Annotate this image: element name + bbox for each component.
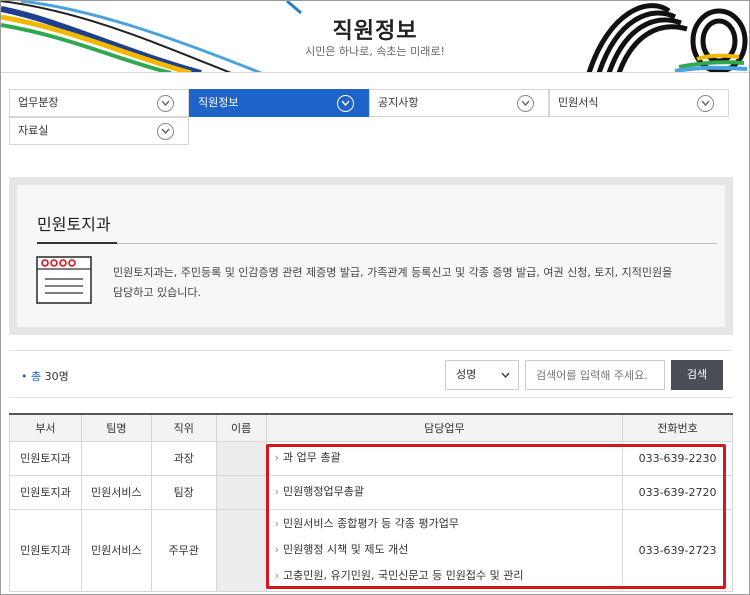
chevron-down-icon [517,95,534,112]
staff-table: 부서 팀명 직위 이름 담당업무 전화번호 민원토지과 과장 › 과 업무 총괄 … [9,413,733,592]
divider [37,243,717,244]
column-header-duties: 담당업무 [265,413,624,442]
department-name: 민원토지과 [37,215,111,234]
cell-name-redacted [215,474,267,510]
cell-position: 주무관 [150,508,217,592]
table-row: 민원토지과 과장 › 과 업무 총괄 033-639-2230 [9,440,733,476]
menu-item-label: 자료실 [18,124,49,137]
duty-text: 민원서비스 종합평가 등 각종 평가업무 [283,517,459,530]
cell-name-redacted [215,440,267,476]
menu-item-label: 업무분장 [18,96,59,109]
cell-phone: 033-639-2720 [622,474,733,510]
menu-item-staff-info[interactable]: 직원정보 [189,89,369,117]
department-description: 민원토지과는, 주민등록 및 인감증명 관련 제증명 발급, 가족관계 등록신고… [113,266,673,299]
column-header-dept: 부서 [9,413,82,442]
duty-item: › 민원서비스 종합평가 등 각종 평가업무 [275,511,622,537]
duty-item: › 고충민원, 유기민원, 국민신문고 등 민원접수 및 관리 [275,563,622,589]
duty-text: 민원행정 시책 및 제도 개선 [283,543,409,556]
cell-phone: 033-639-2230 [622,440,733,476]
department-info-box: 민원토지과 민원토지과는, 주민등록 및 인감증명 관련 제증명 발급, 가족관… [9,177,733,335]
column-header-name: 이름 [215,413,267,442]
cell-dept: 민원토지과 [9,440,82,476]
cell-team: 민원서비스 [80,508,152,592]
cell-duties: › 과 업무 총괄 [265,440,624,476]
duty-text: 민원행정업무총괄 [283,485,364,498]
cell-phone: 033-639-2723 [622,508,733,592]
divider-accent [37,242,117,244]
duty-item: › 민원행정 시책 및 제도 개선 [275,537,622,563]
search-field-select[interactable]: 성명 [445,360,519,390]
menu-item-work-division[interactable]: 업무분장 [9,89,189,117]
bullet-icon: › [274,543,280,556]
menu-item-notices[interactable]: 공지사항 [369,89,549,117]
total-count: • 총 30명 [21,368,69,384]
menu-item-label: 직원정보 [198,96,239,109]
menu-item-archive[interactable]: 자료실 [9,117,189,145]
chevron-down-icon [337,95,354,112]
cell-dept: 민원토지과 [9,508,82,592]
chevron-down-icon [501,372,510,378]
column-header-team: 팀명 [80,413,152,442]
search-bar: • 총 30명 성명 검색 [9,350,733,398]
menu-item-civil-forms[interactable]: 민원서식 [549,89,729,117]
table-header-row: 부서 팀명 직위 이름 담당업무 전화번호 [9,413,733,442]
page-frame: 직원정보 시민은 하나로, 속초는 미래로! 업무분장 직원정보 공지사항 민원… [0,0,750,595]
cell-duties: › 민원서비스 종합평가 등 각종 평가업무 › 민원행정 시책 및 제도 개선 ›… [265,508,624,592]
department-info-inner: 민원토지과 민원토지과는, 주민등록 및 인감증명 관련 제증명 발급, 가족관… [17,185,725,327]
search-select-value: 성명 [456,368,477,381]
document-board-icon [36,256,92,304]
cell-dept: 민원토지과 [9,474,82,510]
cell-duties: › 민원행정업무총괄 [265,474,624,510]
column-header-phone: 전화번호 [622,413,733,442]
total-count-label: • 총 [21,370,42,383]
cell-position: 팀장 [150,474,217,510]
chevron-down-icon [157,95,174,112]
table-row: 민원토지과 민원서비스 팀장 › 민원행정업무총괄 033-639-2720 [9,474,733,510]
bullet-icon: › [274,451,280,464]
duty-text: 과 업무 총괄 [283,451,341,464]
bullet-icon: › [274,569,280,582]
duty-item: › 과 업무 총괄 [275,445,622,471]
cell-team: 민원서비스 [80,474,152,510]
bullet-icon: › [274,485,280,498]
cell-position: 과장 [150,440,217,476]
search-input[interactable] [525,360,665,390]
column-header-position: 직위 [150,413,217,442]
menu-item-label: 민원서식 [558,96,599,109]
sixty-anniversary-graphic [586,3,748,72]
search-button[interactable]: 검색 [671,360,723,390]
menu-item-label: 공지사항 [378,96,419,109]
duty-text: 고충민원, 유기민원, 국민신문고 등 민원접수 및 관리 [283,569,524,582]
page-header: 직원정보 시민은 하나로, 속초는 미래로! [1,1,749,73]
chevron-down-icon [697,95,714,112]
bullet-icon: › [274,517,280,530]
duty-item: › 민원행정업무총괄 [275,479,622,505]
table-row: 민원토지과 민원서비스 주무관 › 민원서비스 종합평가 등 각종 평가업무 › 민… [9,508,733,592]
chevron-down-icon [157,123,174,140]
cell-team [80,440,152,476]
total-count-value: 30명 [44,370,69,383]
cell-name-redacted [215,508,267,592]
